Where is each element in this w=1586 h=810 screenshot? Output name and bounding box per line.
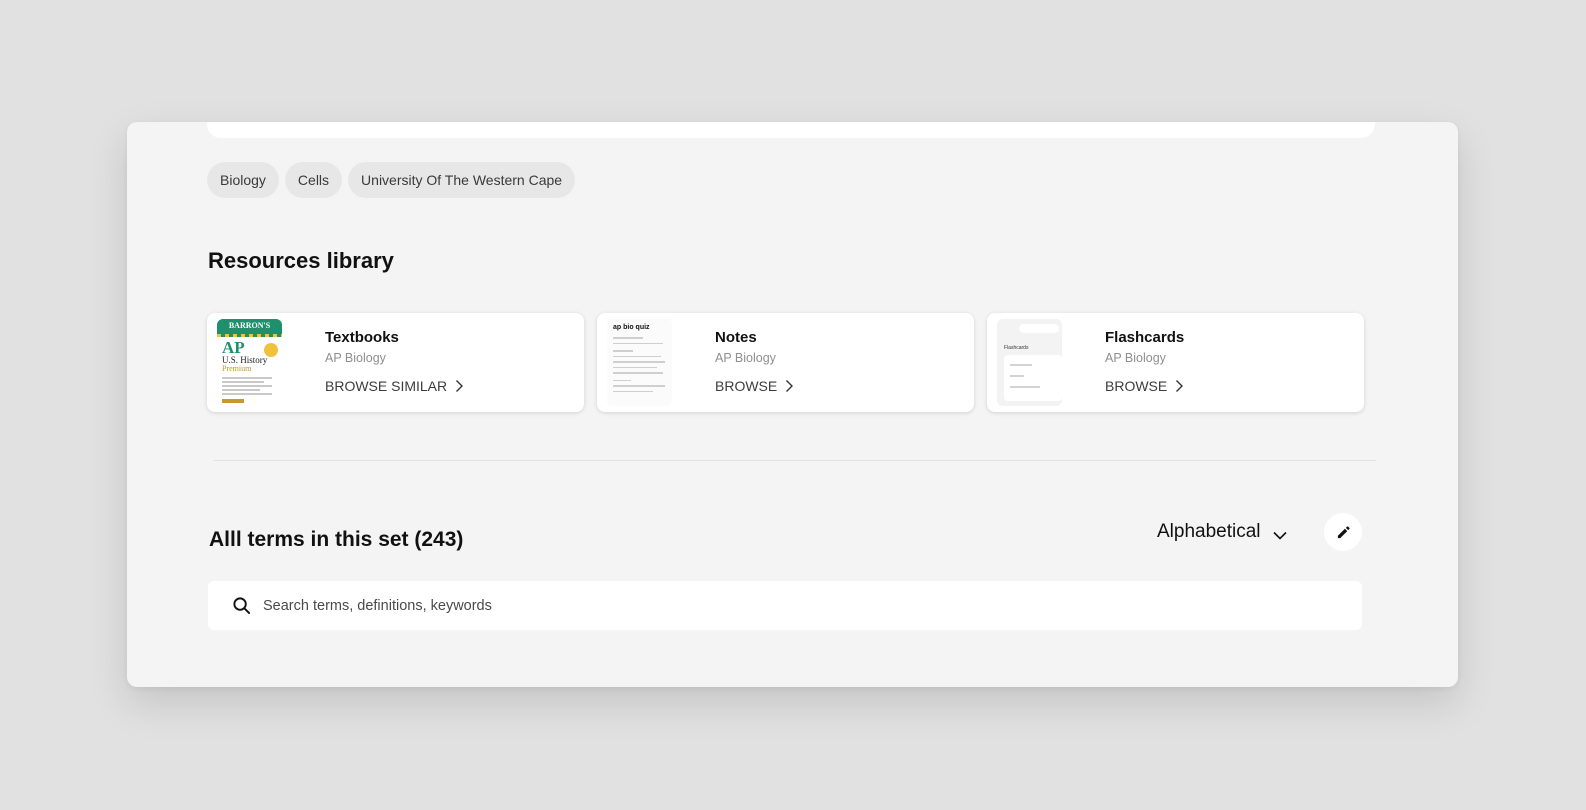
resource-card-flashcards[interactable]: Flashcards Flashcards AP Biology BROWSE <box>987 313 1364 412</box>
tag-biology[interactable]: Biology <box>207 162 279 198</box>
flashcards-preview-label: Flashcards <box>1004 345 1029 351</box>
card-title: Notes <box>715 329 757 346</box>
tag-cells[interactable]: Cells <box>284 162 343 198</box>
card-subtitle: AP Biology <box>325 351 386 365</box>
card-title: Flashcards <box>1105 329 1185 346</box>
browse-link[interactable]: BROWSE <box>1105 378 1184 394</box>
card-title: Textbooks <box>325 329 399 346</box>
terms-search-bar <box>208 581 1362 630</box>
resource-card-notes[interactable]: ap bio quiz Notes AP Biology BROWSE <box>597 313 974 412</box>
chevron-right-icon <box>1176 380 1184 392</box>
resources-library-title: Resources library <box>208 248 394 273</box>
browse-similar-link[interactable]: BROWSE SIMILAR <box>325 378 464 394</box>
notes-preview-heading: ap bio quiz <box>613 324 650 331</box>
resource-cards: BARRON'S AP U.S. History Premium Textboo… <box>207 313 1364 412</box>
flashcards-preview-image: Flashcards <box>997 319 1062 406</box>
card-link-label: BROWSE SIMILAR <box>325 378 448 394</box>
card-link-label: BROWSE <box>1105 378 1168 394</box>
sort-dropdown[interactable]: Alphabetical <box>1157 521 1287 543</box>
card-link-label: BROWSE <box>715 378 778 394</box>
edit-button[interactable] <box>1324 513 1362 551</box>
chevron-right-icon <box>786 380 794 392</box>
section-divider <box>214 460 1376 461</box>
pencil-icon <box>1337 525 1350 538</box>
top-card-edge <box>207 122 1375 138</box>
chevron-right-icon <box>456 380 464 392</box>
card-subtitle: AP Biology <box>715 351 776 365</box>
study-set-panel: Biology Cells University Of The Western … <box>127 122 1458 687</box>
notes-preview-image: ap bio quiz <box>607 319 672 406</box>
terms-search-input[interactable] <box>263 597 1343 614</box>
browse-link[interactable]: BROWSE <box>715 378 794 394</box>
search-icon <box>233 597 251 615</box>
card-subtitle: AP Biology <box>1105 351 1166 365</box>
sort-label: Alphabetical <box>1157 521 1261 542</box>
tag-list: Biology Cells University Of The Western … <box>207 162 576 198</box>
resource-card-textbooks[interactable]: BARRON'S AP U.S. History Premium Textboo… <box>207 313 584 412</box>
book-cover-image: BARRON'S AP U.S. History Premium <box>217 319 282 406</box>
terms-count-title: Alll terms in this set (243) <box>209 528 464 551</box>
book-edition: Premium <box>222 364 252 373</box>
chevron-down-icon <box>1272 531 1287 540</box>
tag-university[interactable]: University Of The Western Cape <box>348 162 576 198</box>
